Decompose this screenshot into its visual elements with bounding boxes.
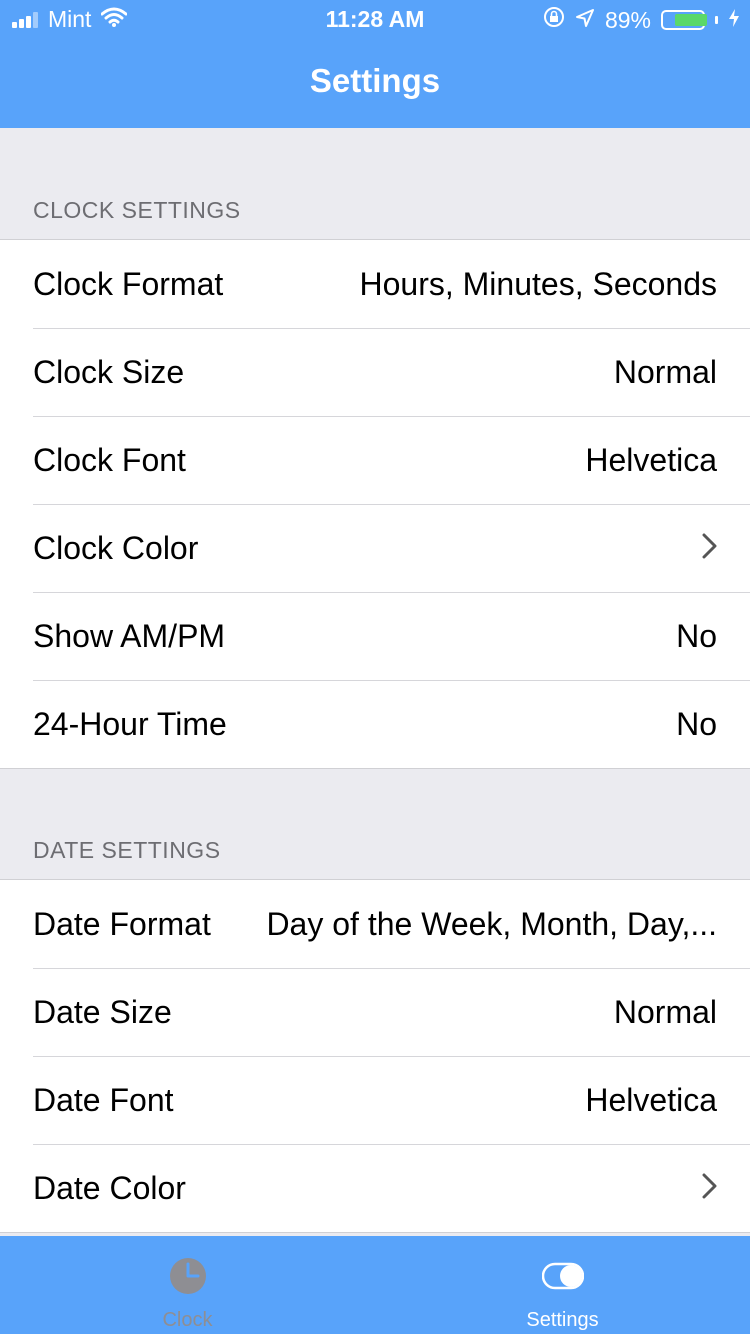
date-settings-group: Date Format Day of the Week, Month, Day,… [0, 879, 750, 1233]
clock-settings-group: Clock Format Hours, Minutes, Seconds Clo… [0, 239, 750, 769]
charging-icon [728, 7, 740, 34]
row-label: Date Format [33, 905, 211, 942]
row-label: Show AM/PM [33, 617, 226, 654]
row-date-size[interactable]: Date Size Normal [0, 968, 750, 1056]
row-show-am-pm[interactable]: Show AM/PM No [0, 592, 750, 680]
row-date-format[interactable]: Date Format Day of the Week, Month, Day,… [0, 880, 750, 968]
row-label: Date Color [33, 1169, 186, 1206]
battery-icon [661, 10, 708, 30]
page-title: Settings [309, 62, 441, 99]
row-value: Helvetica [585, 441, 717, 478]
row-label: Clock Size [33, 353, 185, 390]
row-clock-color[interactable]: Clock Color [0, 504, 750, 592]
battery-fill [675, 14, 708, 26]
row-value: No [676, 617, 717, 654]
row-clock-format[interactable]: Clock Format Hours, Minutes, Seconds [0, 240, 750, 328]
tab-bar: Clock Settings [0, 1236, 750, 1334]
orientation-lock-icon [543, 6, 565, 34]
row-label: Date Font [33, 1081, 174, 1118]
tab-label: Clock [162, 1309, 213, 1331]
location-icon [575, 7, 595, 34]
status-right: 89% [533, 6, 740, 34]
status-bar: Mint 11:28 AM 89% [0, 0, 750, 40]
row-label: Clock Color [33, 529, 199, 566]
row-date-font[interactable]: Date Font Helvetica [0, 1056, 750, 1144]
clock-icon [0, 1256, 375, 1301]
nav-header: Mint 11:28 AM 89% Settings [0, 0, 750, 128]
row-label: 24-Hour Time [33, 705, 227, 742]
row-value: Day of the Week, Month, Day,... [266, 905, 717, 942]
row-value: Helvetica [585, 1081, 717, 1118]
row-value: Normal [613, 993, 717, 1030]
tab-label: Settings [526, 1309, 599, 1331]
battery-tip [715, 16, 718, 24]
tab-settings[interactable]: Settings [375, 1236, 750, 1334]
row-label: Date Size [33, 993, 172, 1030]
row-24-hour-time[interactable]: 24-Hour Time No [0, 680, 750, 768]
row-value: Hours, Minutes, Seconds [359, 265, 718, 302]
row-date-color[interactable]: Date Color [0, 1144, 750, 1232]
row-clock-font[interactable]: Clock Font Helvetica [0, 416, 750, 504]
chevron-right-icon [701, 1173, 717, 1204]
row-label: Clock Format [33, 265, 224, 302]
toggle-icon [375, 1256, 750, 1301]
row-value: No [676, 705, 717, 742]
row-clock-size[interactable]: Clock Size Normal [0, 328, 750, 416]
row-label: Clock Font [33, 441, 186, 478]
chevron-right-icon [701, 533, 717, 564]
section-header-clock: CLOCK SETTINGS [33, 197, 241, 223]
row-value: Normal [613, 353, 717, 390]
battery-percent: 89% [604, 6, 651, 33]
section-header-date: DATE SETTINGS [33, 837, 221, 863]
tab-clock[interactable]: Clock [0, 1236, 375, 1334]
